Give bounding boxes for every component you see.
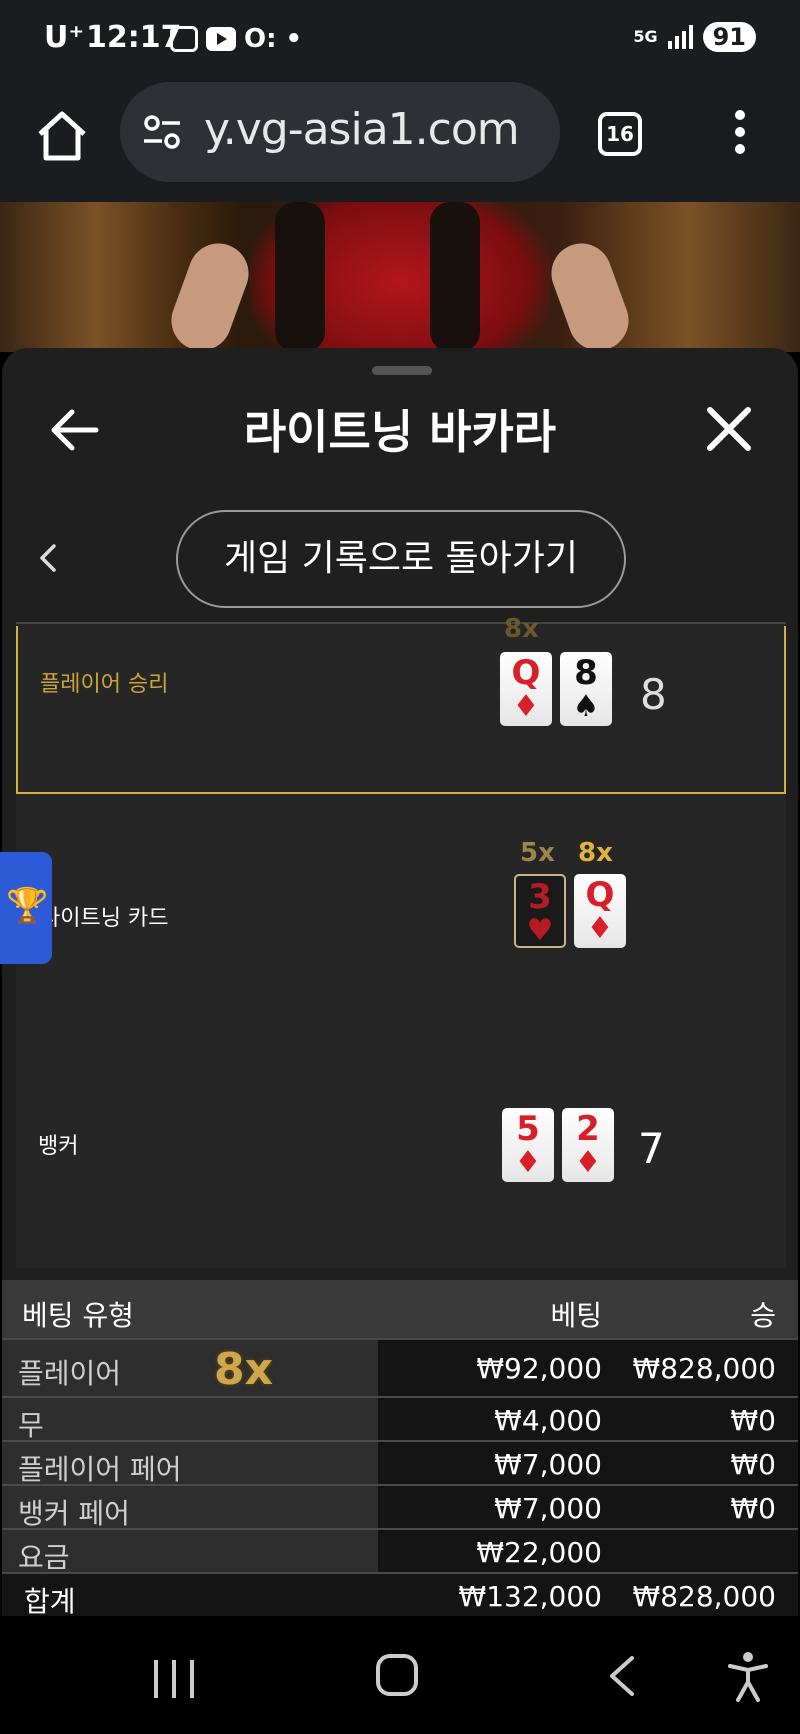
back-to-history-button[interactable]: 게임 기록으로 돌아가기 [176, 510, 626, 608]
status-bar: U⁺ 12:17 O: • 5G 91 [0, 0, 800, 78]
banker-hand-row: 뱅커 5 ♦ 2 ♦ 7 [16, 1084, 786, 1234]
player-hand-label: 플레이어 승리 [40, 672, 169, 697]
playing-card: 8 ♠ [560, 652, 612, 726]
playing-card: 2 ♦ [562, 1108, 614, 1182]
signal-icon [667, 25, 693, 49]
column-header-bet-type: 베팅 유형 [22, 1299, 134, 1332]
column-header-win: 승 [750, 1299, 776, 1332]
card-multiplier: 8x [504, 614, 539, 644]
tab-switcher-button[interactable]: 16 [598, 112, 642, 156]
back-nav-icon[interactable] [606, 1654, 636, 1698]
win-amount: ₩0 [730, 1404, 777, 1437]
home-nav-icon[interactable] [376, 1654, 418, 1696]
win-amount: ₩0 [730, 1448, 777, 1481]
bet-amount: ₩4,000 [494, 1404, 602, 1437]
bet-amount: ₩7,000 [494, 1448, 602, 1481]
url-text: y.vg-asia1.com [204, 104, 520, 155]
notification-icons: O: • [170, 24, 302, 54]
carrier-label: U⁺ [44, 20, 85, 55]
player-hand-row: 플레이어 승리 8x Q ♦ 8 ♠ 8 [16, 614, 786, 794]
playing-card: Q ♦ [574, 874, 626, 948]
table-total-row: 합계 ₩132,000 ₩828,000 [2, 1572, 798, 1618]
table-header: 베팅 유형 베팅 승 [2, 1280, 798, 1338]
trophy-icon: 🏆 [6, 886, 49, 926]
screenshot-icon [170, 26, 198, 52]
system-nav-bar [0, 1616, 800, 1734]
panel-title: 라이트닝 바카라 [243, 405, 557, 459]
column-header-bet: 베팅 [550, 1299, 602, 1332]
home-icon[interactable] [34, 108, 90, 164]
bet-amount: ₩92,000 [476, 1352, 602, 1385]
table-row: 뱅커 페어 ₩7,000 ₩0 [2, 1484, 798, 1530]
more-notifications-icon: O: • [244, 24, 303, 54]
card-multiplier: 5x [520, 838, 555, 868]
win-amount: ₩0 [730, 1492, 777, 1525]
player-total: 8 [640, 670, 667, 719]
battery-icon: 91 [702, 22, 756, 52]
table-row: 무 ₩4,000 ₩0 [2, 1396, 798, 1442]
bet-amount: ₩22,000 [476, 1536, 602, 1569]
playing-card: Q ♦ [500, 652, 552, 726]
card-multiplier: 8x [578, 838, 613, 868]
table-row: 플레이어 8x ₩92,000 ₩828,000 [2, 1338, 798, 1396]
bet-amount: ₩7,000 [494, 1492, 602, 1525]
trophy-side-tab[interactable]: 🏆 [0, 852, 52, 964]
live-video [0, 202, 800, 352]
win-amount: ₩828,000 [632, 1352, 776, 1385]
banker-total: 7 [638, 1124, 665, 1173]
total-label: 합계 [24, 1585, 76, 1618]
network-type-icon: 5G [633, 27, 658, 46]
address-bar[interactable]: y.vg-asia1.com [120, 82, 560, 182]
lightning-cards-label: 라이트닝 카드 [40, 906, 169, 931]
playing-card: 5 ♦ [502, 1108, 554, 1182]
accessibility-icon[interactable] [726, 1650, 770, 1702]
bet-type: 뱅커 페어 [18, 1497, 130, 1530]
chevron-left-icon[interactable] [36, 540, 60, 576]
table-row: 플레이어 페어 ₩7,000 ₩0 [2, 1440, 798, 1486]
round-result: 플레이어 승리 8x Q ♦ 8 ♠ 8 라이트닝 카드 5x 8x 3 ♥ Q ♦ 뱅… [16, 614, 786, 1268]
bet-summary-table: 베팅 유형 베팅 승 플레이어 8x ₩92,000 ₩828,000 무 ₩4… [2, 1280, 798, 1618]
playing-card: 3 ♥ [514, 874, 566, 948]
browser-menu-icon[interactable] [730, 110, 750, 162]
bet-type: 무 [18, 1409, 44, 1442]
recents-icon[interactable] [154, 1660, 194, 1698]
bet-type: 요금 [18, 1541, 70, 1574]
table-row: 요금 ₩22,000 [2, 1528, 798, 1574]
lightning-cards-row: 라이트닝 카드 5x 8x 3 ♥ Q ♦ [16, 838, 786, 994]
total-bet-amount: ₩132,000 [458, 1580, 602, 1613]
bet-multiplier: 8x [214, 1344, 273, 1395]
drag-handle[interactable] [372, 366, 432, 375]
total-win-amount: ₩828,000 [632, 1580, 776, 1613]
system-icons: 5G 91 [633, 22, 756, 52]
banker-hand-label: 뱅커 [38, 1134, 79, 1159]
site-settings-icon[interactable] [142, 114, 182, 150]
clock: 12:17 [86, 20, 182, 55]
bet-type: 플레이어 페어 [18, 1453, 182, 1486]
bet-type: 플레이어 [18, 1357, 122, 1390]
youtube-icon [206, 27, 236, 51]
close-icon[interactable] [704, 404, 754, 454]
browser-toolbar: y.vg-asia1.com 16 [0, 78, 800, 202]
